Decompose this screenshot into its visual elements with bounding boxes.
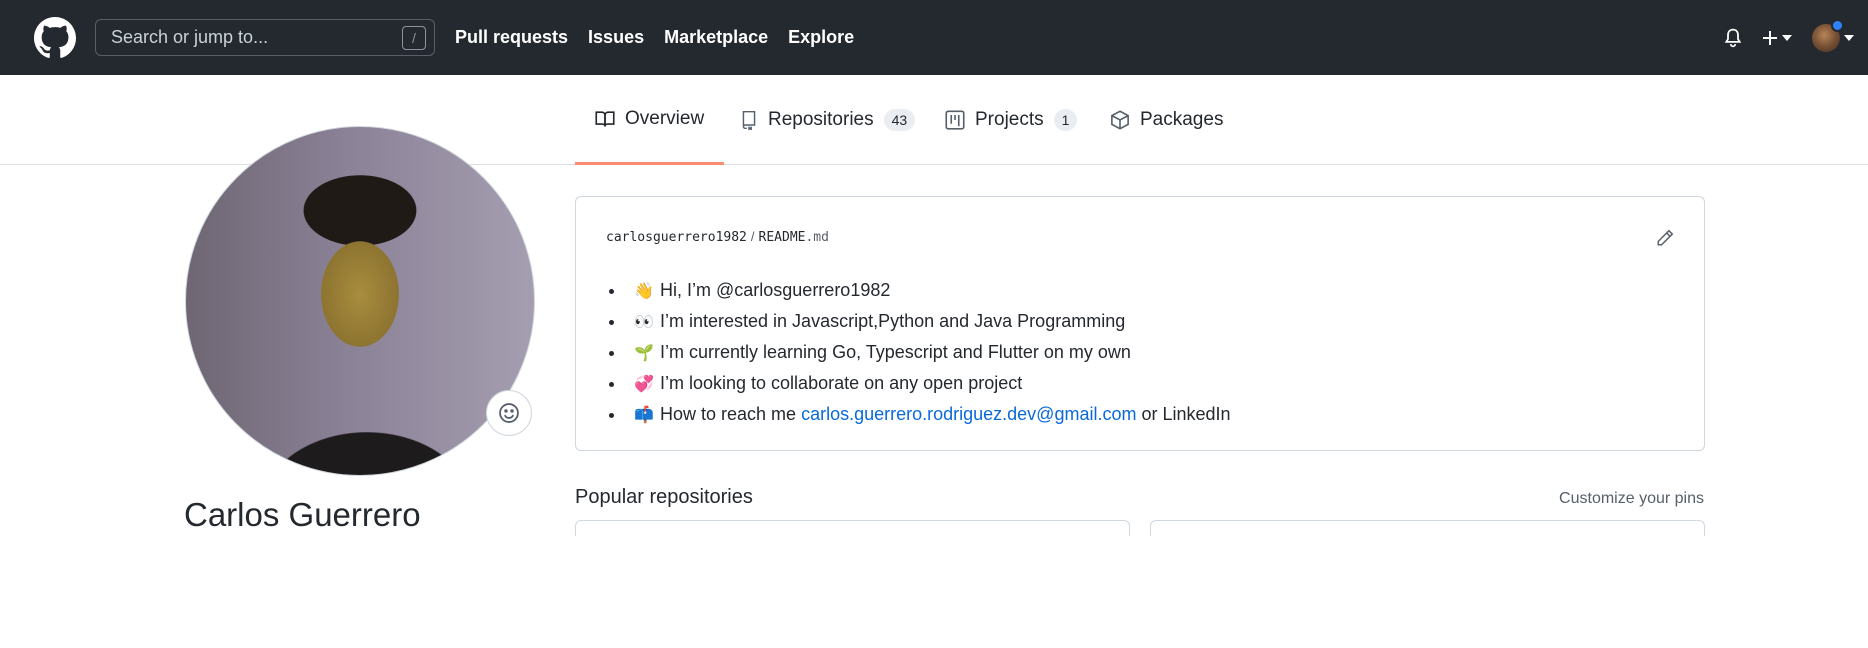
tab-repositories[interactable]: Repositories 43 (720, 75, 935, 165)
list-item-text: How to reach me (660, 404, 802, 424)
repo-icon (742, 110, 756, 130)
user-menu-dropdown[interactable] (1812, 19, 1854, 52)
mailbox-icon: 📫 (634, 405, 654, 424)
list-item: 👀 I’m interested in Javascript,Python and… (626, 306, 1231, 337)
tab-label: Overview (625, 107, 705, 129)
list-item-text: I’m interested in Javascript,Python and … (660, 311, 1126, 331)
nav-marketplace[interactable]: Marketplace (664, 27, 768, 48)
list-item: 💞️ I’m looking to collaborate on any open… (626, 368, 1231, 399)
list-item-text: Hi, I’m @carlosguerrero1982 (660, 280, 891, 300)
profile-name: Carlos Guerrero (184, 496, 421, 533)
customize-pins-link[interactable]: Customize your pins (1559, 490, 1704, 508)
list-item: 📫 How to reach me carlos.guerrero.rodrigu… (626, 399, 1231, 430)
tab-label: Packages (1140, 109, 1224, 130)
chevron-down-icon (1782, 35, 1792, 41)
github-logo-icon[interactable] (34, 17, 76, 59)
nav-issues[interactable]: Issues (588, 27, 644, 48)
list-item-text: or LinkedIn (1136, 404, 1231, 424)
readme-list: 👋 Hi, I’m @carlosguerrero1982 👀 I’m intere… (626, 275, 1231, 430)
list-item-text: I’m looking to collaborate on any open p… (660, 373, 1023, 393)
tab-label: Projects (975, 109, 1044, 130)
tab-overview[interactable]: Overview (575, 75, 725, 165)
readme-owner-link[interactable]: carlosguerrero1982 (606, 230, 747, 245)
search-shortcut-key: / (402, 26, 426, 50)
notification-dot (1831, 19, 1844, 32)
repo-count-badge: 43 (883, 109, 916, 131)
top-nav: Pull requests Issues Marketplace Explore (455, 0, 854, 75)
projects-count-badge: 1 (1053, 109, 1078, 131)
readme-file-name[interactable]: README (759, 230, 806, 245)
list-item: 🌱 I’m currently learning Go, Typescript a… (626, 337, 1231, 368)
tab-projects[interactable]: Projects 1 (925, 75, 1097, 165)
hearts-icon: 💞️ (634, 374, 654, 393)
tab-label: Repositories (768, 109, 874, 130)
profile-avatar[interactable] (185, 126, 535, 476)
plus-icon (1763, 31, 1777, 45)
readme-path: carlosguerrero1982/ README.md (606, 229, 829, 245)
eyes-icon: 👀 (634, 312, 654, 331)
chevron-down-icon (1844, 35, 1854, 41)
create-new-dropdown[interactable] (1762, 30, 1792, 46)
nav-pull-requests[interactable]: Pull requests (455, 27, 568, 48)
list-item-text: I’m currently learning Go, Typescript an… (660, 342, 1131, 362)
project-icon (945, 110, 965, 130)
popular-repos-title: Popular repositories (575, 486, 753, 508)
email-link[interactable]: carlos.guerrero.rodriguez.dev@gmail.com (801, 404, 1136, 424)
smiley-icon (499, 403, 519, 423)
avatar (1812, 19, 1844, 52)
set-status-button[interactable] (486, 390, 532, 436)
waving-hand-icon: 👋 (634, 281, 654, 300)
page-blank-area (0, 536, 1868, 648)
list-item: 👋 Hi, I’m @carlosguerrero1982 (626, 275, 1231, 306)
search-placeholder: Search or jump to... (111, 27, 269, 47)
readme-file-ext: .md (805, 230, 829, 245)
book-icon (595, 110, 615, 127)
path-separator: / (750, 229, 755, 244)
nav-explore[interactable]: Explore (788, 27, 854, 48)
search-input[interactable]: Search or jump to... / (95, 19, 435, 56)
header-actions (1724, 18, 1854, 58)
top-header: Search or jump to... / Pull requests Iss… (0, 0, 1868, 75)
pencil-icon[interactable] (1656, 229, 1674, 252)
bell-icon[interactable] (1724, 28, 1742, 48)
readme-card: carlosguerrero1982/ README.md 👋 Hi, I’m @c… (575, 196, 1705, 451)
package-icon (1111, 110, 1129, 130)
seedling-icon: 🌱 (634, 343, 654, 362)
tab-packages[interactable]: Packages (1090, 75, 1243, 165)
